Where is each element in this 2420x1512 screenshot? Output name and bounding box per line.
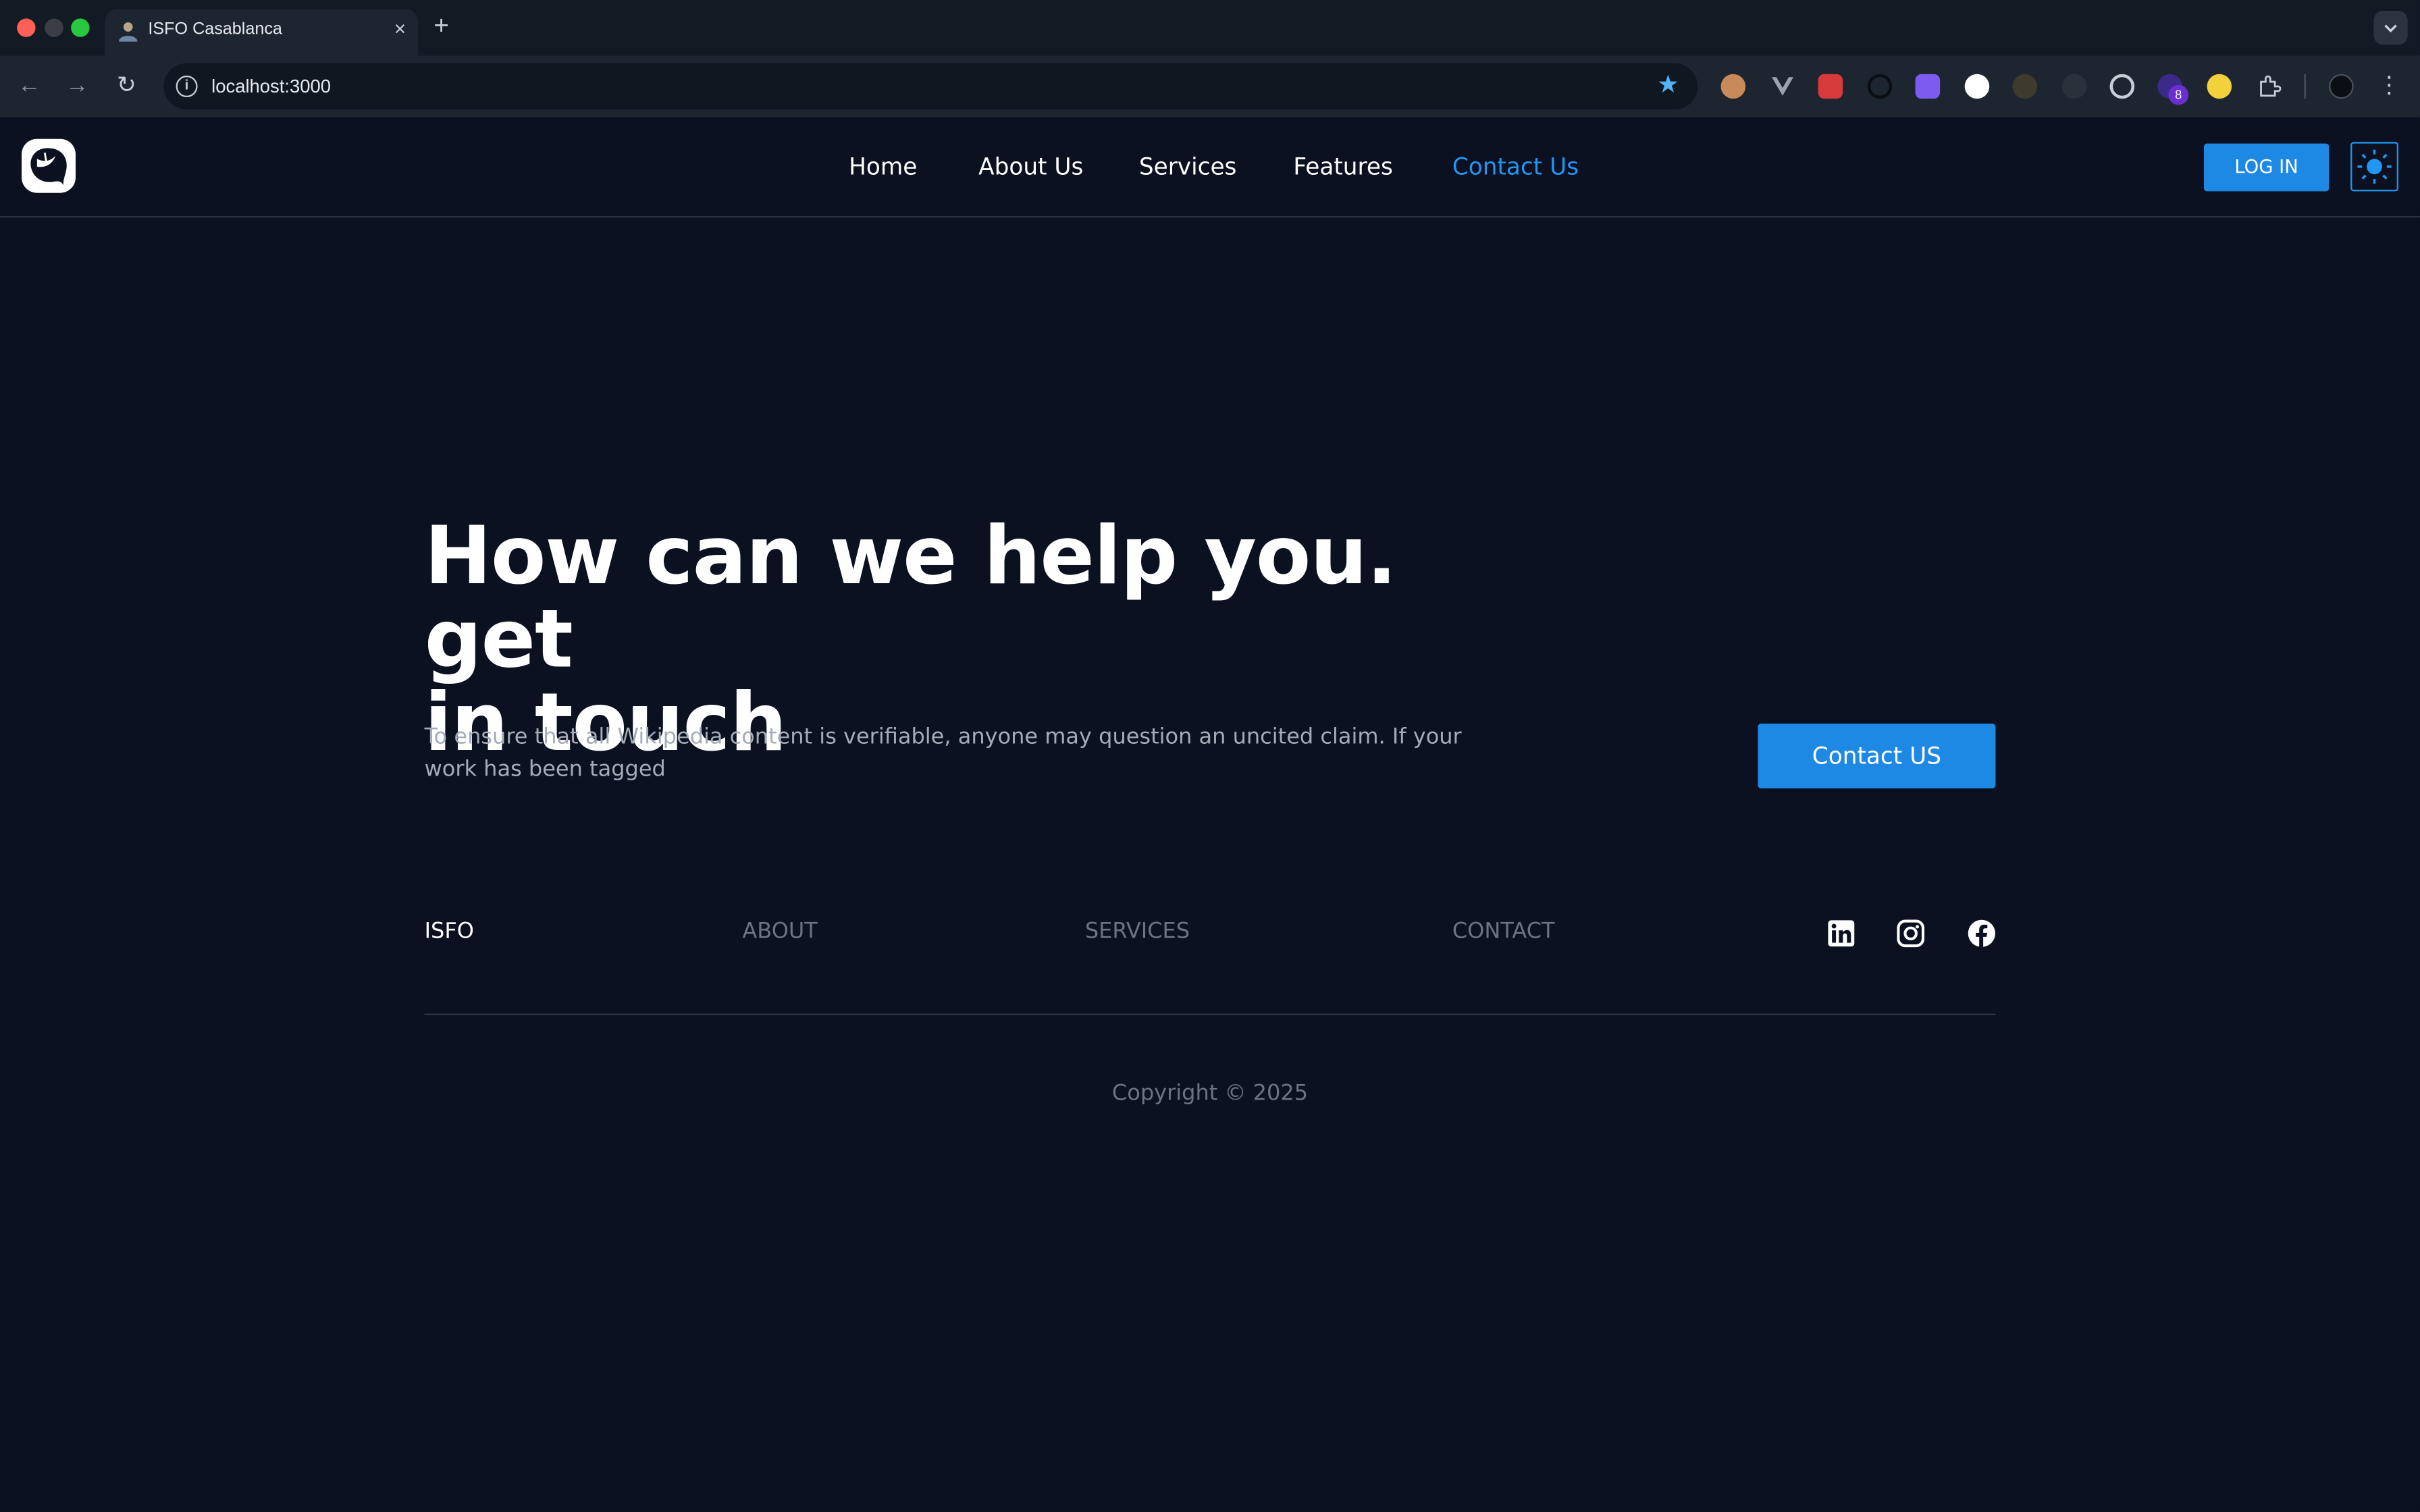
nav-home[interactable]: Home [849,153,917,180]
extension-panda-icon[interactable] [1867,74,1893,99]
copyright-text: Copyright © 2025 [1111,1081,1309,1106]
contact-us-button[interactable]: Contact US [1758,723,1996,788]
isfo-bird-logo[interactable] [21,138,76,193]
extension-owl-icon[interactable] [1720,74,1746,99]
instagram-icon[interactable] [1897,919,1925,948]
reload-icon[interactable]: ↻ [111,71,142,102]
nav-about-us[interactable]: About Us [978,153,1083,180]
footer-link-contact[interactable]: CONTACT [1452,919,1555,944]
nav-features[interactable]: Features [1293,153,1392,180]
hero-description: To ensure that all Wikipedia content is … [424,725,1462,782]
tab-strip: ISFO Casablanca × + [0,0,2420,56]
browser-tab[interactable]: ISFO Casablanca × [105,9,419,56]
close-window-button[interactable] [17,18,36,37]
forward-icon[interactable]: → [61,71,93,102]
sun-icon [2357,149,2392,184]
address-bar[interactable]: i localhost:3000 ★ [163,63,1698,110]
back-icon[interactable]: ← [14,71,45,102]
extension-red-icon[interactable] [1818,74,1843,99]
tab-title: ISFO Casablanca [148,20,282,39]
maximize-window-button[interactable] [71,18,90,37]
extension-recycle-icon[interactable] [2061,74,2087,99]
bookmark-star-icon[interactable]: ★ [1657,71,1679,102]
extension-count-badge: 8 [2168,84,2189,105]
extension-purple-icon[interactable] [1915,74,1941,99]
extension-target-icon[interactable] [2109,74,2135,99]
footer-link-services[interactable]: SERVICES [1085,919,1190,944]
browser-menu-icon[interactable]: ⋮ [2373,71,2404,102]
extensions-puzzle-icon[interactable] [2257,74,2282,99]
theme-toggle-button[interactable] [2350,142,2398,192]
profile-avatar-icon[interactable] [2329,74,2354,99]
nav-services[interactable]: Services [1139,153,1237,180]
footer-brand[interactable]: ISFO [425,919,474,944]
tab-favicon-icon [118,22,138,42]
login-button[interactable]: LOG IN [2203,143,2330,192]
toolbar-separator [2304,74,2306,99]
browser-toolbar: ← → ↻ i localhost:3000 ★ ⋮ [0,55,2420,117]
browser-window: ISFO Casablanca × + ← → ↻ i localhost:30… [0,0,2420,1512]
linkedin-icon[interactable] [1827,919,1855,947]
extension-white-icon[interactable] [1964,74,1990,99]
extension-yellow-icon[interactable] [2207,74,2232,99]
url-text[interactable]: localhost:3000 [211,76,331,97]
new-tab-button[interactable]: + [433,11,449,42]
extension-vue-icon[interactable] [1770,74,1795,99]
tab-search-button[interactable] [2373,10,2408,45]
site-info-icon[interactable]: i [176,75,198,97]
footer-link-about[interactable]: ABOUT [742,919,817,944]
logo-bird-icon [30,148,67,186]
facebook-icon[interactable] [1968,919,1995,948]
chevron-down-icon [2384,24,2397,33]
site-header: Home About Us Services Features Contact … [0,118,2420,218]
hero-title-line1: How can we help you. get [424,510,1397,687]
tab-close-icon[interactable]: × [394,17,406,42]
footer-divider [424,1013,1996,1015]
minimize-window-button[interactable] [45,18,63,37]
nav-contact-us[interactable]: Contact Us [1452,153,1579,180]
extension-bug-icon[interactable] [2012,74,2038,99]
